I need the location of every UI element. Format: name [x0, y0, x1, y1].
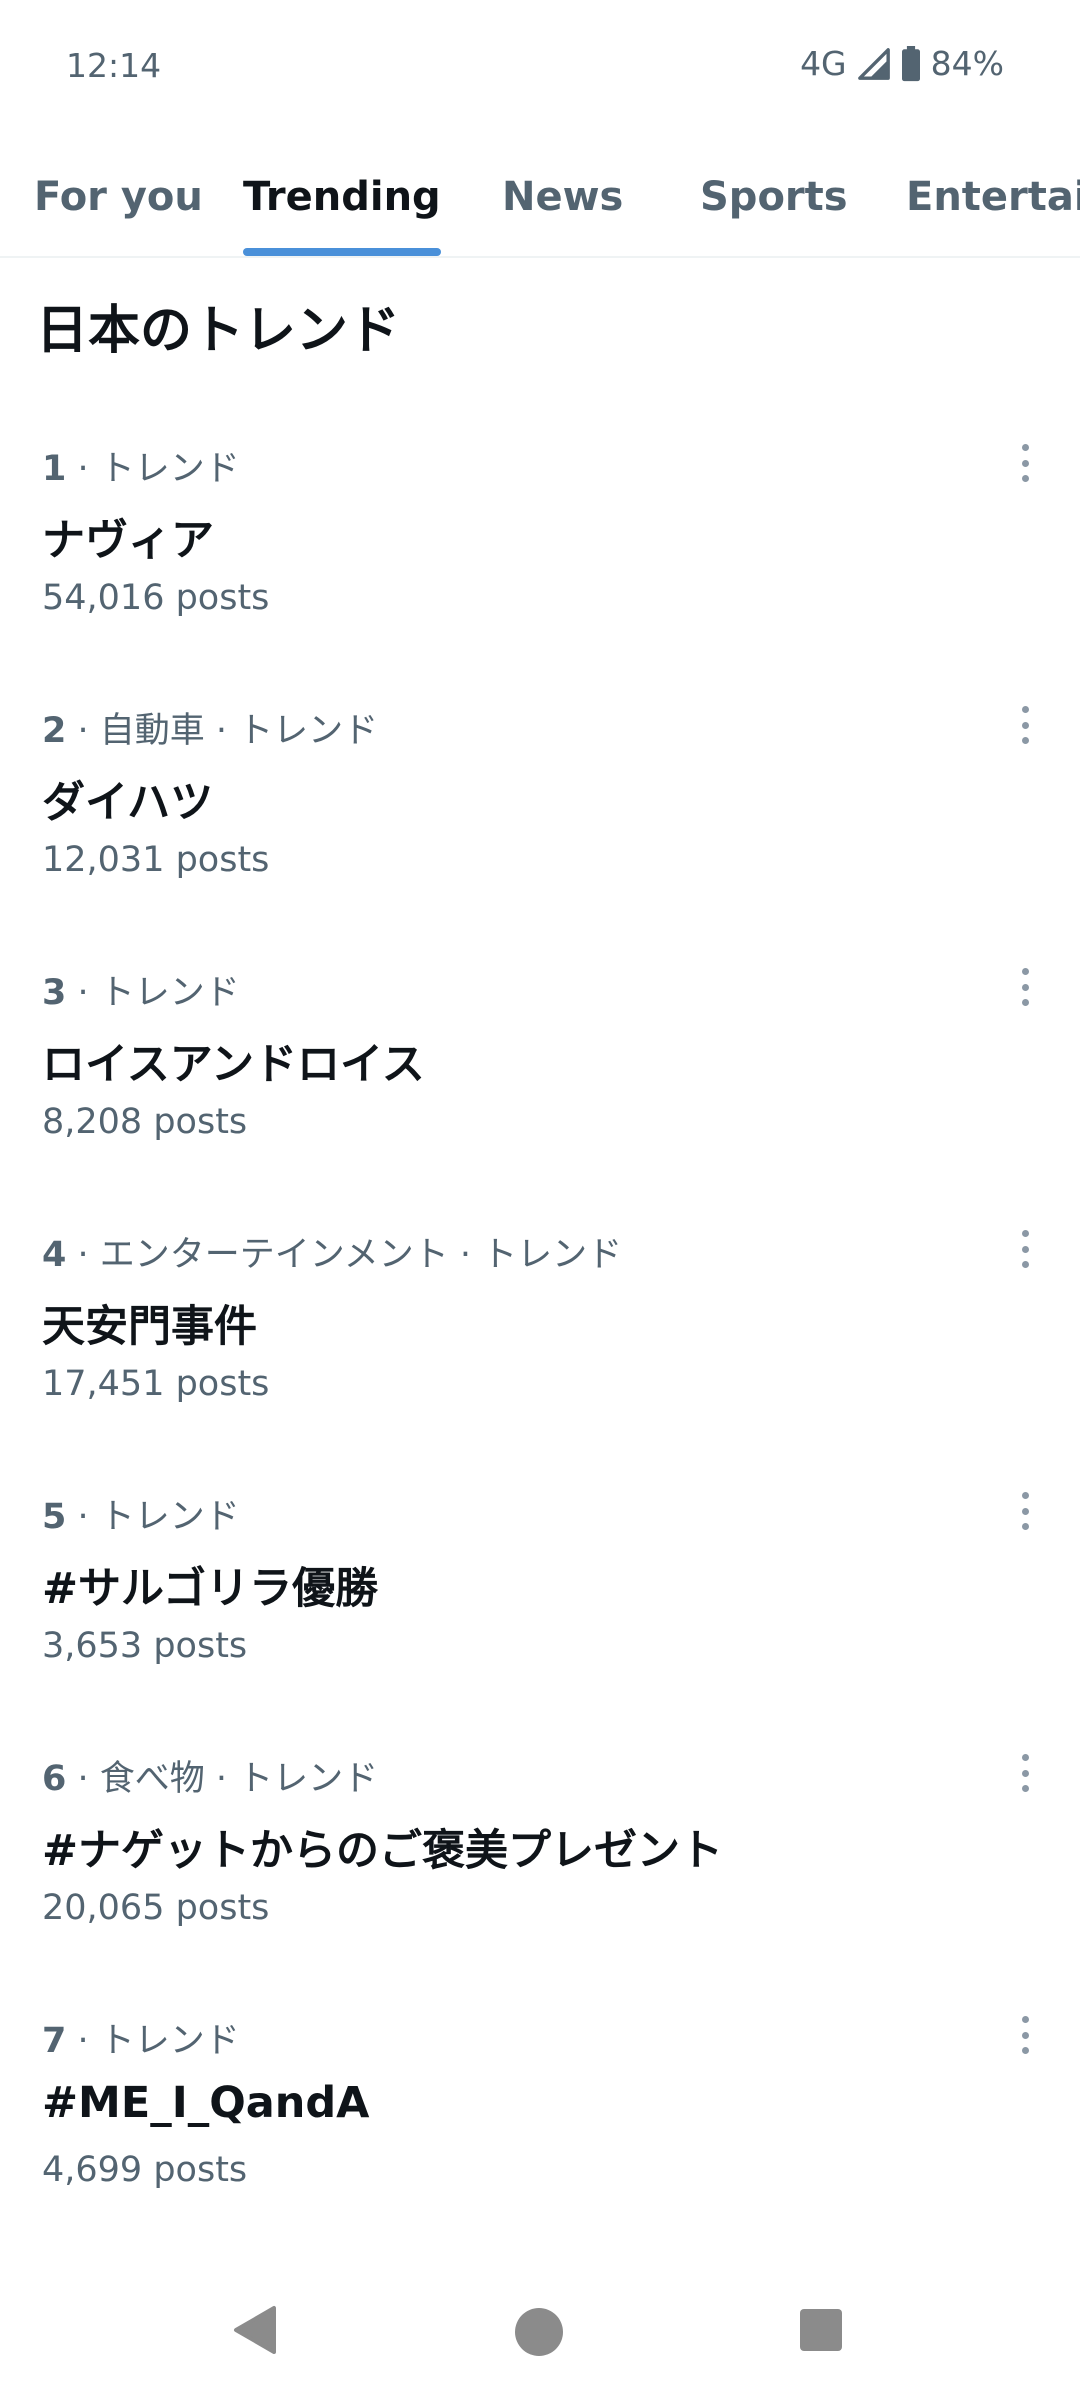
trend-post-count: 17,451 posts [42, 1364, 270, 1404]
trend-name: 天安門事件 [42, 1302, 257, 1352]
home-icon[interactable] [515, 2308, 563, 2356]
trend-post-count: 12,031 posts [42, 840, 270, 880]
tab-sports[interactable]: Sports [700, 150, 848, 256]
trend-meta: 4 · エンターテインメント · トレンド [42, 1226, 622, 1277]
trend-item[interactable]: 4 · エンターテインメント · トレンド 天安門事件 17,451 posts [0, 1226, 1080, 1488]
trend-context: · トレンド [77, 1497, 240, 1537]
tab-label: For you [34, 174, 203, 220]
trend-name: ロイスアンドロイス [42, 1040, 425, 1090]
trend-meta: 7 · トレンド [42, 2012, 240, 2063]
tab-entertainment[interactable]: Entertainment [906, 150, 1080, 256]
trend-context: · トレンド [77, 2021, 240, 2061]
status-indicators: 4G 84% [800, 44, 1004, 83]
trend-rank: 5 [42, 1497, 67, 1537]
trend-item[interactable]: 3 · トレンド ロイスアンドロイス 8,208 posts [0, 964, 1080, 1226]
trend-rank: 2 [42, 711, 67, 751]
trend-post-count: 20,065 posts [42, 1888, 270, 1928]
tab-label: Trending [243, 174, 441, 220]
signal-icon [857, 47, 890, 80]
trend-context: · エンターテインメント · トレンド [77, 1235, 623, 1275]
trend-item[interactable]: 7 · トレンド #ME_I_QandA 4,699 posts [0, 2012, 1080, 2274]
trend-rank: 6 [42, 1759, 67, 1799]
network-type: 4G [800, 44, 847, 83]
tab-for-you[interactable]: For you [34, 150, 203, 256]
tab-news[interactable]: News [502, 150, 623, 256]
status-time: 12:14 [66, 46, 162, 85]
more-options-icon[interactable] [1008, 1224, 1042, 1274]
trend-rank: 3 [42, 973, 67, 1013]
trend-meta: 3 · トレンド [42, 964, 240, 1015]
system-nav-bar [0, 2280, 1080, 2390]
active-tab-indicator [243, 248, 441, 256]
battery-icon [901, 45, 920, 81]
trend-post-count: 3,653 posts [42, 1626, 248, 1666]
trend-post-count: 4,699 posts [42, 2150, 248, 2190]
trend-item[interactable]: 2 · 自動車 · トレンド ダイハツ 12,031 posts [0, 702, 1080, 964]
trend-context: · 自動車 · トレンド [77, 711, 379, 751]
recents-icon[interactable] [800, 2309, 842, 2351]
trend-rank: 1 [42, 449, 67, 489]
more-options-icon[interactable] [1008, 1748, 1042, 1798]
tab-label: Entertainment [906, 174, 1080, 220]
more-options-icon[interactable] [1008, 700, 1042, 750]
more-options-icon[interactable] [1008, 438, 1042, 488]
back-icon[interactable] [230, 2304, 280, 2356]
trend-context: · 食べ物 · トレンド [77, 1759, 379, 1799]
trend-meta: 6 · 食べ物 · トレンド [42, 1750, 378, 1801]
tab-label: Sports [700, 174, 848, 220]
trend-item[interactable]: 5 · トレンド #サルゴリラ優勝 3,653 posts [0, 1488, 1080, 1750]
battery-level: 84% [930, 44, 1004, 83]
trend-item[interactable]: 6 · 食べ物 · トレンド #ナゲットからのご褒美プレゼント 20,065 p… [0, 1750, 1080, 2012]
trend-rank: 4 [42, 1235, 67, 1275]
trend-meta: 5 · トレンド [42, 1488, 240, 1539]
trend-post-count: 54,016 posts [42, 578, 270, 618]
more-options-icon[interactable] [1008, 2010, 1042, 2060]
trend-context: · トレンド [77, 973, 240, 1013]
trend-post-count: 8,208 posts [42, 1102, 248, 1142]
trend-name: ダイハツ [42, 778, 214, 828]
tab-label: News [502, 174, 624, 220]
trend-rank: 7 [42, 2021, 67, 2061]
trend-item[interactable]: 1 · トレンド ナヴィア 54,016 posts [0, 440, 1080, 702]
trend-name: ナヴィア [42, 516, 214, 566]
status-bar: 12:14 4G 84% [0, 0, 1080, 130]
explore-tabs: For you Trending News Sports Entertainme… [0, 150, 1080, 258]
more-options-icon[interactable] [1008, 962, 1042, 1012]
tab-trending[interactable]: Trending [243, 150, 441, 256]
more-options-icon[interactable] [1008, 1486, 1042, 1536]
trend-context: · トレンド [77, 449, 240, 489]
section-title: 日本のトレンド [36, 301, 401, 361]
trend-name: #ME_I_QandA [42, 2078, 370, 2128]
trend-meta: 2 · 自動車 · トレンド [42, 702, 378, 753]
trend-name: #サルゴリラ優勝 [42, 1564, 379, 1614]
trend-name: #ナゲットからのご褒美プレゼント [42, 1826, 724, 1876]
trend-meta: 1 · トレンド [42, 440, 240, 491]
